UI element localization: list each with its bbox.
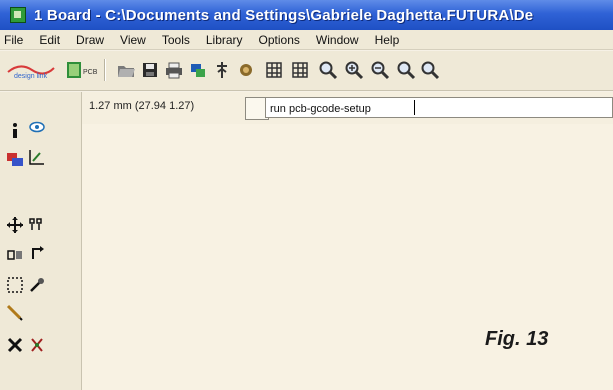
svg-text:PCB: PCB xyxy=(83,69,98,76)
tool-palette xyxy=(0,92,82,390)
command-input[interactable] xyxy=(265,97,613,118)
save-icon[interactable] xyxy=(140,60,160,80)
wire-pen-icon[interactable] xyxy=(6,304,24,322)
window-title: 1 Board - C:\Documents and Settings\Gabr… xyxy=(34,6,534,24)
svg-text:design link: design link xyxy=(14,73,48,80)
script-icon[interactable] xyxy=(212,60,232,80)
move-icon[interactable] xyxy=(6,216,24,234)
grid-icon[interactable] xyxy=(264,60,284,80)
menu-library[interactable]: Library xyxy=(206,33,243,47)
menu-view[interactable]: View xyxy=(120,33,146,47)
open-icon[interactable] xyxy=(116,60,136,80)
layer-grid-icon[interactable] xyxy=(290,60,310,80)
title-bar[interactable]: 1 Board - C:\Documents and Settings\Gabr… xyxy=(0,0,613,30)
menu-bar: File Edit Draw View Tools Library Option… xyxy=(0,30,613,50)
menu-help[interactable]: Help xyxy=(375,33,400,47)
zoom-fit-icon[interactable] xyxy=(318,60,338,80)
menu-options[interactable]: Options xyxy=(259,33,300,47)
application-window: 1 Board - C:\Documents and Settings\Gabr… xyxy=(0,0,613,390)
show-eye-icon[interactable] xyxy=(28,118,46,136)
mark-icon[interactable] xyxy=(28,148,46,166)
text-caret xyxy=(414,100,415,115)
info-icon[interactable] xyxy=(6,122,24,140)
menu-tools[interactable]: Tools xyxy=(162,33,190,47)
zoom-in-icon[interactable] xyxy=(344,60,364,80)
display-layers-icon[interactable] xyxy=(6,150,24,168)
run-ulp-icon[interactable] xyxy=(236,60,256,80)
rotate-icon[interactable] xyxy=(28,244,46,262)
toolbar: design link PCB xyxy=(0,51,613,91)
menu-draw[interactable]: Draw xyxy=(76,33,104,47)
change-wrench-icon[interactable] xyxy=(28,276,46,294)
figure-label: Fig. 13 xyxy=(485,328,549,350)
add-part-icon[interactable] xyxy=(28,336,46,354)
menu-file[interactable]: File xyxy=(4,33,23,47)
command-bar: 1.27 mm (27.94 1.27) xyxy=(82,92,613,125)
pcb-button[interactable]: PCB xyxy=(66,60,98,80)
coordinate-readout: 1.27 mm (27.94 1.27) xyxy=(89,100,195,112)
design-link-logo[interactable]: design link xyxy=(6,60,56,80)
toolbar-separator xyxy=(104,59,106,81)
zoom-select-icon[interactable] xyxy=(420,60,440,80)
print-icon[interactable] xyxy=(164,60,184,80)
cam-processor-icon[interactable] xyxy=(188,60,208,80)
delete-x-icon[interactable] xyxy=(6,336,24,354)
copy-icon[interactable] xyxy=(28,216,46,234)
mirror-icon[interactable] xyxy=(6,246,24,264)
board-app-icon xyxy=(10,7,26,23)
zoom-out-icon[interactable] xyxy=(370,60,390,80)
group-select-icon[interactable] xyxy=(6,276,24,294)
menu-window[interactable]: Window xyxy=(316,33,359,47)
zoom-redraw-icon[interactable] xyxy=(396,60,416,80)
menu-edit[interactable]: Edit xyxy=(39,33,60,47)
